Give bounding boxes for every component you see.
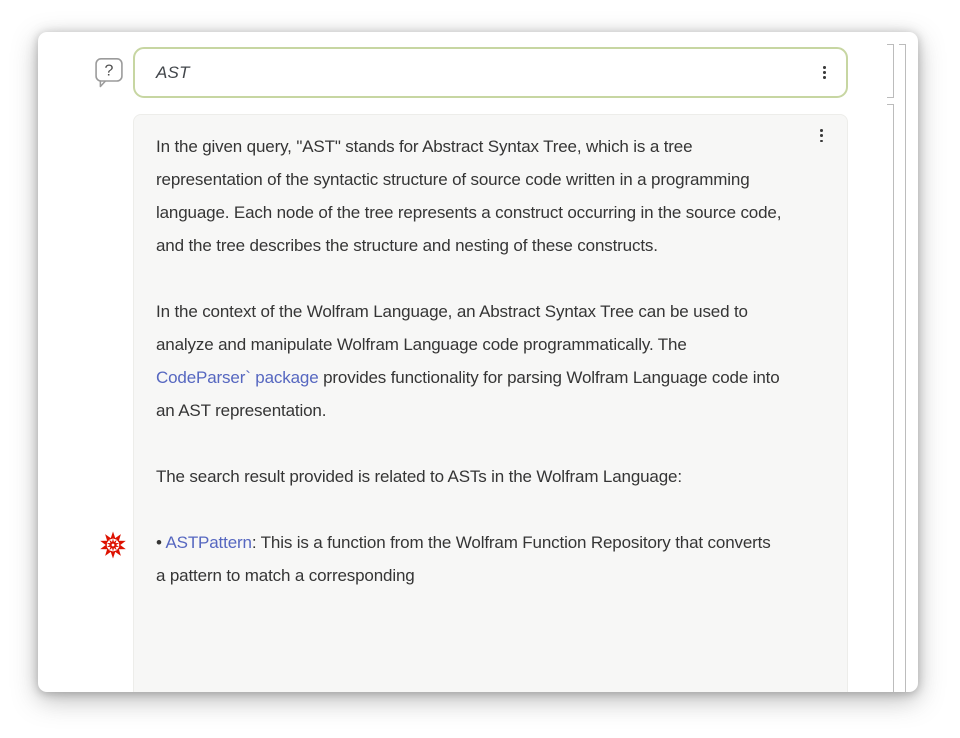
- inline-link[interactable]: CodeParser` package: [156, 368, 319, 387]
- response-paragraph: The search result provided is related to…: [156, 460, 784, 493]
- question-glyph: ?: [105, 62, 114, 79]
- response-paragraphs: In the given query, "AST" stands for Abs…: [156, 130, 847, 592]
- inline-link[interactable]: ASTPattern: [165, 533, 251, 552]
- response-paragraph: In the context of the Wolfram Language, …: [156, 295, 784, 427]
- chat-response-cell: In the given query, "AST" stands for Abs…: [133, 114, 848, 692]
- chat-notebook-window: ? AST In the given query, "AST" stands f…: [38, 32, 918, 692]
- chat-query-input[interactable]: AST: [133, 47, 848, 98]
- cell-bracket-group[interactable]: [899, 44, 906, 692]
- response-paragraph: In the given query, "AST" stands for Abs…: [156, 130, 784, 262]
- text-segment: In the given query, "AST" stands for Abs…: [156, 137, 781, 255]
- question-speech-bubble-icon: ?: [94, 57, 124, 89]
- response-paragraph: • ASTPattern: This is a function from th…: [156, 526, 784, 592]
- wolfram-spikey-icon: [99, 531, 127, 559]
- cell-bracket-query[interactable]: [887, 44, 894, 98]
- chat-query-text[interactable]: AST: [156, 63, 190, 83]
- text-segment: The search result provided is related to…: [156, 467, 682, 486]
- query-cell-options-menu-icon[interactable]: [823, 66, 826, 79]
- text-segment: In the context of the Wolfram Language, …: [156, 302, 748, 354]
- cell-bracket-response[interactable]: [887, 104, 894, 692]
- response-cell-options-menu-icon[interactable]: [820, 129, 823, 142]
